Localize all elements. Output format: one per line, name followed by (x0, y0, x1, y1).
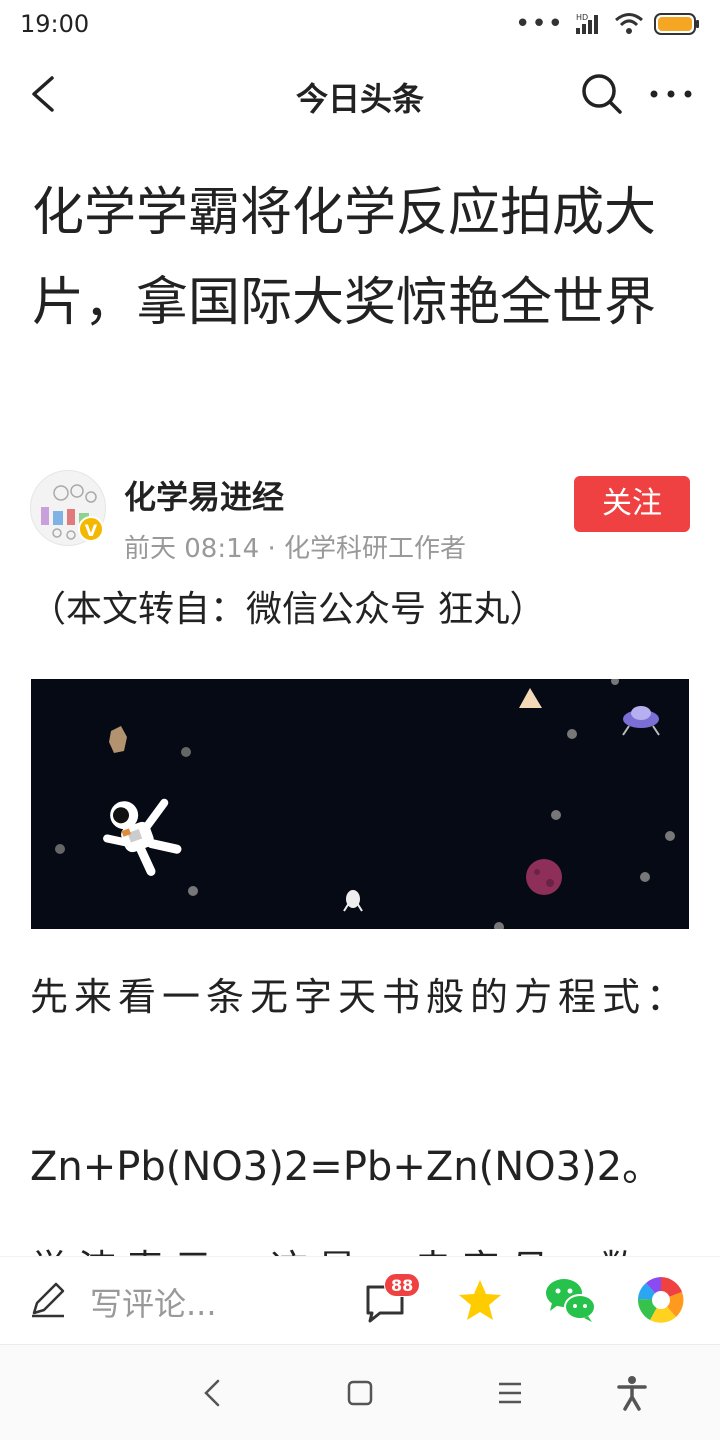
cellular-signal-icon: HD (576, 13, 598, 34)
favorite-star-icon[interactable] (456, 1277, 504, 1325)
notification-dots-icon: ••• (514, 9, 564, 39)
publish-meta: 前天 08:14 · 化学科研工作者 (124, 534, 466, 564)
system-home-icon[interactable] (346, 1379, 374, 1407)
system-back-icon[interactable] (198, 1375, 228, 1411)
article-title: 化学学霸将化学反应拍成大片，拿国际大奖惊艳全世界 (32, 183, 657, 333)
wechat-share-icon[interactable] (544, 1275, 598, 1325)
signal-hd-label: HD (576, 13, 588, 22)
source-note: （本文转自：微信公众号 狂丸） (30, 589, 546, 630)
battery-icon (654, 13, 699, 35)
more-options-icon[interactable] (646, 72, 696, 116)
top-nav-bar: 今日头条 (0, 50, 720, 140)
status-time: 19:00 (20, 10, 90, 38)
status-icons: ••• HD (514, 9, 700, 39)
comment-count-badge: 88 (384, 1273, 421, 1297)
status-bar: 19:00 ••• HD (0, 0, 720, 50)
author-block: V 化学易进经 前天 08:14 · 化学科研工作者 关注 (30, 468, 690, 568)
follow-button[interactable]: 关注 (574, 476, 690, 532)
comment-input[interactable]: 写评论... (90, 1279, 217, 1325)
verified-badge: V (78, 516, 104, 542)
space-illustration (55, 679, 675, 929)
comment-bar: 写评论... 88 (0, 1256, 720, 1342)
system-menu-icon[interactable] (496, 1379, 524, 1407)
moments-share-icon[interactable] (636, 1275, 686, 1325)
wifi-icon (615, 13, 643, 34)
author-name[interactable]: 化学易进经 (124, 472, 284, 518)
pen-icon[interactable] (28, 1279, 68, 1319)
article-paragraph: Zn+Pb(NO3)2=Pb+Zn(NO3)2。 (30, 1144, 663, 1190)
search-icon[interactable] (578, 70, 626, 118)
article-image[interactable] (31, 679, 689, 929)
article-paragraph: 先来看一条无字天书般的方程式： (30, 975, 691, 1019)
system-nav-bar (0, 1344, 720, 1440)
accessibility-icon[interactable] (616, 1375, 648, 1411)
